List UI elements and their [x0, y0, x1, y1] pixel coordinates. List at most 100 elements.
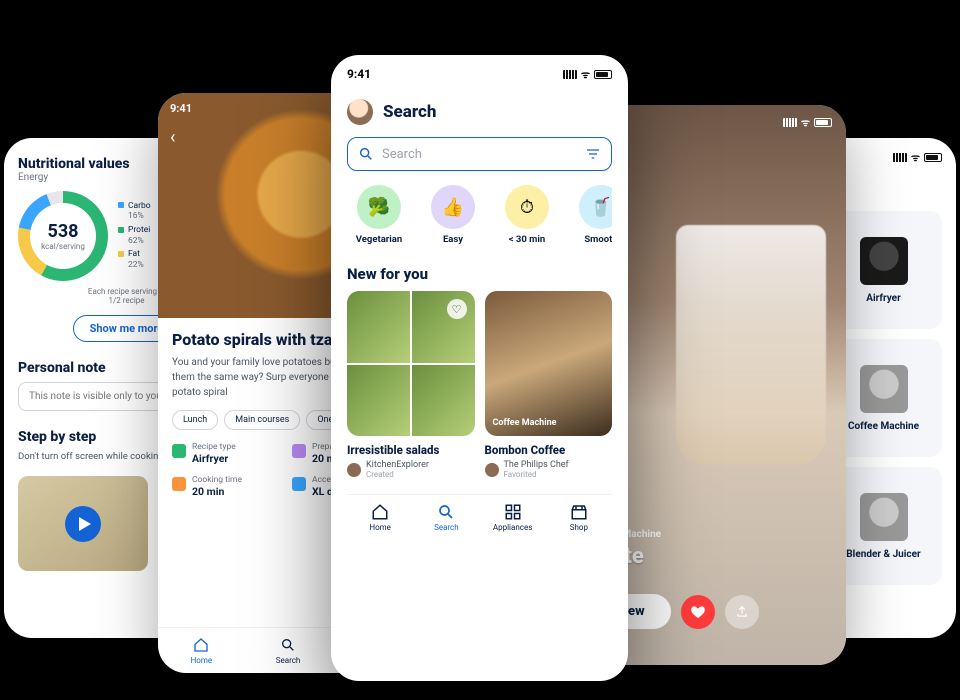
home-icon — [371, 503, 389, 521]
cook-time-icon — [172, 477, 186, 491]
meta-value: 20 min — [192, 485, 224, 498]
status-time: 9:41 — [347, 67, 371, 81]
play-icon — [65, 506, 101, 542]
appliance-label: Airfryer — [866, 293, 900, 304]
meta-label: Recipe type — [192, 442, 236, 452]
status-icons: ᯤ — [783, 115, 832, 129]
category-under-30[interactable]: ⏱ < 30 min — [495, 185, 559, 245]
share-button[interactable] — [725, 595, 759, 629]
category-row[interactable]: 🥦 Vegetarian 👍 Easy ⏱ < 30 min 🥤 Smooth — [347, 185, 612, 245]
tab-search[interactable]: Search — [245, 636, 332, 665]
appliance-label: Coffee Machine — [848, 421, 919, 432]
collection-image — [485, 291, 613, 436]
shop-icon — [570, 503, 588, 521]
tab-label: Search — [276, 656, 301, 665]
tab-home[interactable]: Home — [158, 636, 245, 665]
search-placeholder: Search — [382, 147, 422, 162]
signal-icon — [893, 153, 907, 162]
tab-label: Home — [369, 523, 391, 532]
tab-label: Home — [191, 656, 213, 665]
recipe-type-icon — [172, 444, 186, 458]
nutrition-donut: 538 kcal/serving — [18, 191, 108, 281]
signal-icon — [783, 118, 797, 127]
legend-carb-pct: 16% — [128, 210, 151, 224]
tag-chip[interactable]: Lunch — [172, 410, 218, 430]
author-avatar — [347, 463, 361, 477]
status-time: 9:41 — [170, 102, 192, 115]
signal-icon — [563, 70, 577, 79]
tab-home[interactable]: Home — [347, 503, 413, 532]
drink-icon: 🥤 — [579, 185, 612, 229]
clock-icon: ⏱ — [505, 185, 549, 229]
donut-center: 538 kcal/serving — [18, 191, 108, 281]
nutrition-legend: Carbo16% Protei62% Fat22% — [118, 200, 151, 273]
step-video-thumb[interactable] — [18, 476, 148, 571]
meta-label: Cooking time — [192, 475, 242, 485]
card-title: Bombon Coffee — [485, 443, 613, 457]
meta-value: Airfryer — [192, 452, 228, 465]
home-icon — [192, 636, 210, 654]
tag-chip[interactable]: Main courses — [224, 410, 300, 430]
collection-card[interactable]: Bombon Coffee The Philips ChefFavorited — [485, 291, 613, 480]
prep-time-icon — [292, 444, 306, 458]
filter-button[interactable] — [585, 146, 601, 162]
heart-icon — [690, 604, 706, 620]
legend-prot-pct: 62% — [128, 235, 151, 249]
author-avatar — [485, 463, 499, 477]
card-title: Irresistible salads — [347, 443, 475, 457]
search-icon — [437, 503, 455, 521]
appliance-thumb — [860, 493, 908, 541]
search-input[interactable]: Search — [347, 137, 612, 171]
tab-search[interactable]: Search — [413, 503, 479, 532]
wifi-icon: ᯤ — [581, 67, 590, 81]
status-icons: ᯤ — [893, 150, 942, 164]
tab-label: Shop — [570, 523, 588, 532]
legend-prot-label: Protei — [128, 225, 150, 235]
leaf-icon: 🥦 — [357, 185, 401, 229]
legend-fat-label: Fat — [128, 249, 140, 259]
battery-icon — [594, 70, 612, 79]
tab-label: Search — [434, 523, 459, 532]
legend-fat-pct: 22% — [128, 259, 151, 273]
category-label: < 30 min — [509, 234, 546, 245]
favorite-icon[interactable]: ♡ — [447, 299, 467, 319]
share-icon — [735, 605, 749, 619]
legend-carb-label: Carbo — [128, 201, 151, 211]
category-easy[interactable]: 👍 Easy — [421, 185, 485, 245]
card-author: KitchenExplorer — [366, 460, 429, 470]
kcal-value: 538 — [48, 221, 79, 242]
status-bar: 9:41 ᯤ — [347, 67, 612, 81]
favorite-button[interactable] — [681, 595, 715, 629]
page-title: Search — [383, 102, 436, 122]
category-label: Vegetarian — [356, 234, 402, 245]
wifi-icon: ᯤ — [911, 150, 920, 164]
battery-icon — [924, 153, 942, 162]
thumbs-up-icon: 👍 — [431, 185, 475, 229]
avatar[interactable] — [347, 99, 373, 125]
card-author: The Philips Chef — [504, 460, 569, 470]
appliance-thumb — [860, 365, 908, 413]
category-vegetarian[interactable]: 🥦 Vegetarian — [347, 185, 411, 245]
wifi-icon: ᯤ — [801, 115, 810, 129]
battery-icon — [814, 118, 832, 127]
status-icons: ᯤ — [563, 67, 612, 81]
category-label: Smooth — [584, 234, 612, 245]
section-heading: New for you — [347, 265, 612, 283]
kcal-unit: kcal/serving — [41, 242, 85, 251]
collection-card[interactable]: ♡ Irresistible salads KitchenExplorerCre… — [347, 291, 475, 480]
tab-appliances[interactable]: Appliances — [480, 503, 546, 532]
tab-shop[interactable]: Shop — [546, 503, 612, 532]
appliance-label: Blender & Juicer — [846, 549, 920, 560]
card-relation: Created — [366, 470, 394, 479]
back-button[interactable]: ‹ — [170, 127, 175, 148]
screen-search: 9:41 ᯤ Search Search 🥦 Vegetarian 👍 Easy ⏱… — [331, 55, 628, 681]
search-icon — [358, 146, 374, 162]
accessory-icon — [292, 477, 306, 491]
tab-bar: Home Search Appliances Shop — [347, 494, 612, 540]
search-icon — [279, 636, 297, 654]
category-smoothie[interactable]: 🥤 Smooth — [569, 185, 612, 245]
appliance-thumb — [860, 237, 908, 285]
card-relation: Favorited — [504, 470, 537, 479]
category-label: Easy — [443, 234, 463, 245]
tab-label: Appliances — [493, 523, 532, 532]
